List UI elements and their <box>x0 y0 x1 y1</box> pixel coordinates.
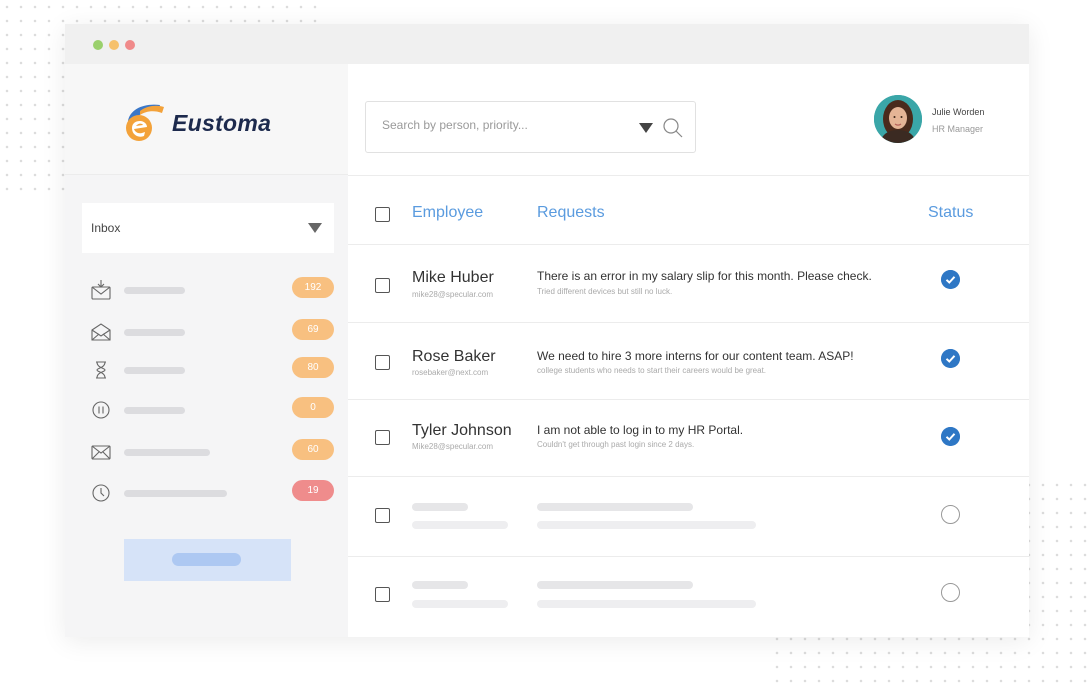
column-header-employee[interactable]: Employee <box>412 204 483 222</box>
sidebar-item[interactable]: 0 <box>87 395 337 425</box>
employee-email: mike28@specular.com <box>412 290 494 299</box>
open-envelope-icon <box>91 323 111 341</box>
status-check-icon[interactable] <box>941 427 960 446</box>
column-header-status[interactable]: Status <box>928 204 973 222</box>
row-checkbox[interactable] <box>375 355 390 370</box>
inbox-download-icon <box>91 280 111 300</box>
row-checkbox[interactable] <box>375 508 390 523</box>
status-check-icon[interactable] <box>941 349 960 368</box>
row-checkbox[interactable] <box>375 278 390 293</box>
search-input[interactable] <box>382 118 632 132</box>
window-dot-green[interactable] <box>93 40 103 50</box>
divider <box>348 322 1029 323</box>
main-panel: Julie Worden HR Manager Employee Request… <box>348 64 1029 637</box>
sidebar-item-label-placeholder <box>124 329 185 336</box>
sidebar-item[interactable]: 60 <box>87 437 337 467</box>
divider <box>348 244 1029 245</box>
select-all-checkbox[interactable] <box>375 207 390 222</box>
envelope-icon <box>91 445 111 460</box>
search-box[interactable] <box>365 101 696 153</box>
divider <box>348 399 1029 400</box>
request-text: I am not able to log in to my HR Portal. <box>537 423 744 437</box>
sidebar-item-label-placeholder <box>124 490 227 497</box>
text-placeholder <box>537 600 756 608</box>
sidebar-item-label-placeholder <box>124 407 185 414</box>
profile-name: Julie Worden <box>932 107 985 117</box>
column-header-requests[interactable]: Requests <box>537 204 605 222</box>
status-empty-icon[interactable] <box>941 505 960 524</box>
divider <box>348 175 1029 176</box>
pause-icon <box>92 401 110 419</box>
employee-email: Mike28@specular.com <box>412 442 494 451</box>
count-badge: 0 <box>292 397 334 418</box>
text-placeholder <box>537 521 756 529</box>
divider <box>348 476 1029 477</box>
window-dot-red[interactable] <box>125 40 135 50</box>
folder-select-value: Inbox <box>91 221 121 235</box>
request-detail: college students who needs to start thei… <box>537 366 767 375</box>
sidebar: Eustoma Inbox 192 69 80 0 60 19 <box>65 64 348 637</box>
brand-area: Eustoma <box>65 64 348 175</box>
employee-name: Tyler Johnson <box>412 422 512 439</box>
request-detail: Couldn't get through past login since 2 … <box>537 440 695 449</box>
text-placeholder <box>412 503 468 511</box>
text-placeholder <box>537 503 693 511</box>
window-dot-yellow[interactable] <box>109 40 119 50</box>
brand-name: Eustoma <box>172 110 272 136</box>
request-text: We need to hire 3 more interns for our c… <box>537 349 854 363</box>
employee-name: Mike Huber <box>412 269 494 286</box>
status-check-icon[interactable] <box>941 270 960 289</box>
avatar[interactable] <box>874 95 922 143</box>
count-badge: 60 <box>292 439 334 460</box>
text-placeholder <box>412 600 508 608</box>
text-placeholder <box>537 581 693 589</box>
count-badge: 19 <box>292 480 334 501</box>
sidebar-item-label-placeholder <box>124 367 185 374</box>
sidebar-item[interactable]: 19 <box>87 478 337 508</box>
count-badge: 80 <box>292 357 334 378</box>
divider <box>348 556 1029 557</box>
request-text: There is an error in my salary slip for … <box>537 269 872 283</box>
status-empty-icon[interactable] <box>941 583 960 602</box>
profile-role: HR Manager <box>932 124 984 134</box>
sidebar-item[interactable]: 69 <box>87 317 337 347</box>
eustoma-logo-icon <box>126 104 164 141</box>
text-placeholder <box>412 581 468 589</box>
button-label-placeholder <box>172 553 241 566</box>
caret-down-icon[interactable] <box>308 223 322 233</box>
caret-down-icon[interactable] <box>639 123 653 133</box>
row-checkbox[interactable] <box>375 430 390 445</box>
sidebar-item[interactable]: 192 <box>87 275 337 305</box>
avatar-photo-icon <box>874 95 922 143</box>
sidebar-item[interactable]: 80 <box>87 355 337 385</box>
hourglass-icon <box>96 361 106 379</box>
request-detail: Tried different devices but still no luc… <box>537 287 673 296</box>
text-placeholder <box>412 521 508 529</box>
count-badge: 192 <box>292 277 334 298</box>
employee-email: rosebaker@next.com <box>412 368 489 377</box>
employee-name: Rose Baker <box>412 348 496 365</box>
sidebar-item-label-placeholder <box>124 449 210 456</box>
search-icon[interactable] <box>662 117 684 139</box>
clock-icon <box>92 484 110 502</box>
row-checkbox[interactable] <box>375 587 390 602</box>
count-badge: 69 <box>292 319 334 340</box>
sidebar-item-label-placeholder <box>124 287 185 294</box>
folder-select[interactable]: Inbox <box>82 203 334 253</box>
window-titlebar <box>65 24 1029 64</box>
sidebar-action-button[interactable] <box>124 539 291 581</box>
app-window: Eustoma Inbox 192 69 80 0 60 19 Search b… <box>65 24 1029 637</box>
